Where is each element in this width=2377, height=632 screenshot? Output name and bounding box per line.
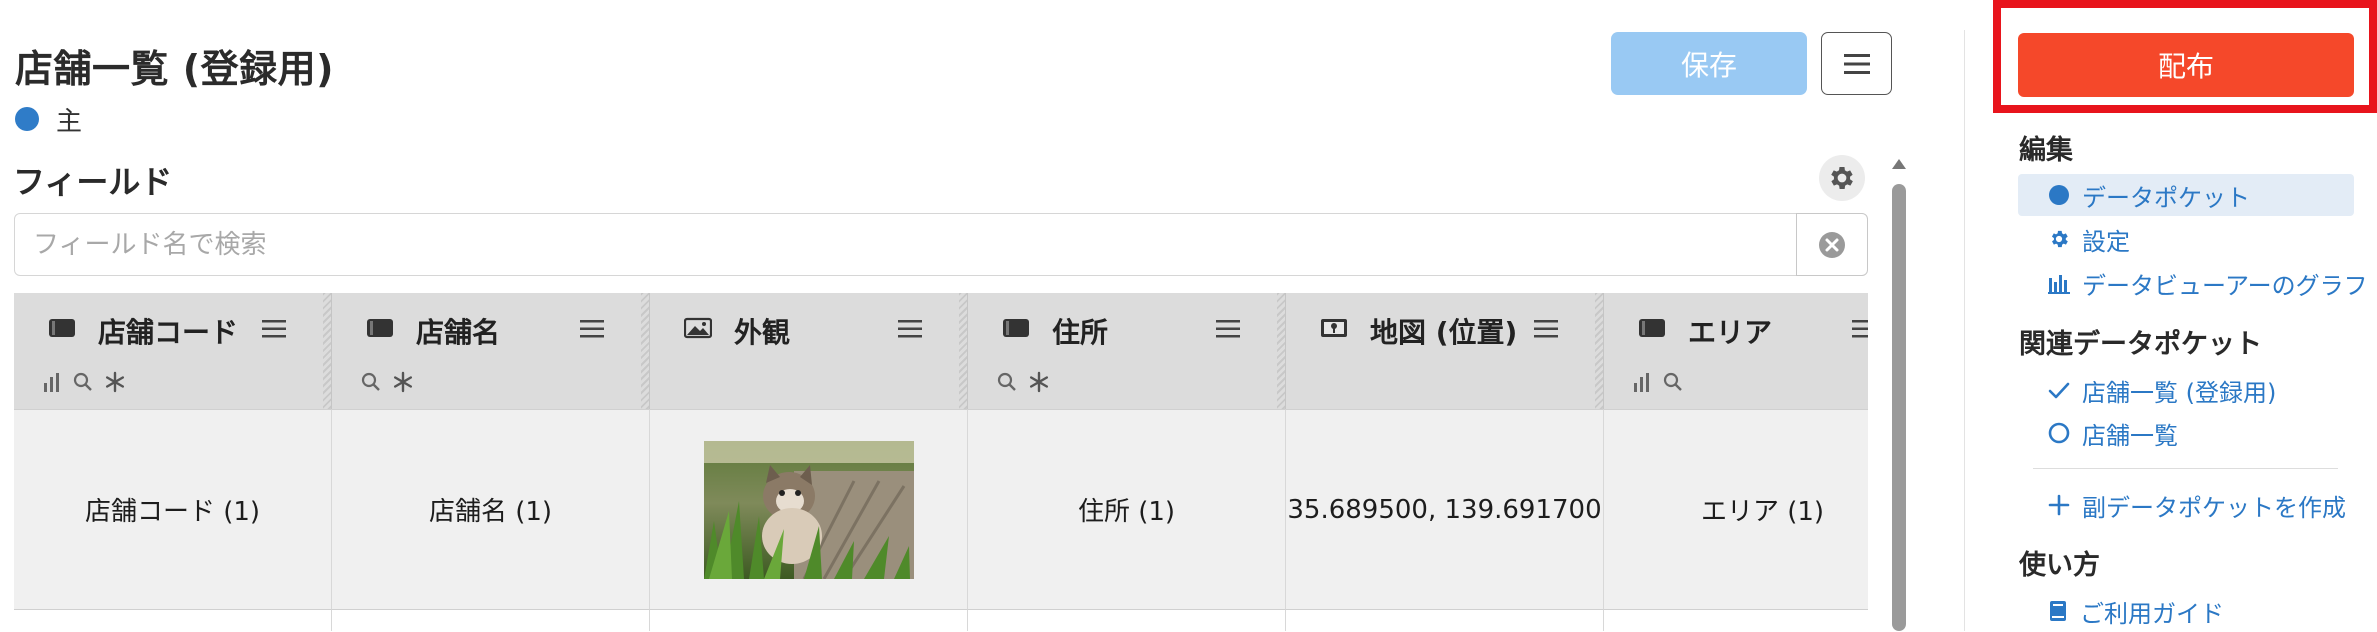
book-icon (2050, 601, 2066, 621)
gear-icon (2051, 230, 2068, 248)
column-menu-icon[interactable] (262, 319, 286, 339)
clear-icon (1819, 231, 1845, 258)
nav-item-label: 店舗一覧 (2082, 421, 2178, 450)
kitten-photo (703, 440, 914, 579)
text-field-icon (367, 319, 393, 337)
field-column-map: 地図 (位置) 35.689500, 139.691700 (1286, 293, 1604, 631)
column-title: 地図 (位置) (1370, 316, 1518, 349)
table-cell[interactable]: 店舗コード (1) (14, 409, 332, 609)
text-field-icon (1003, 319, 1029, 337)
bar-chart-icon (2048, 275, 2070, 294)
search-icon (997, 372, 1016, 391)
related-item-store-list[interactable]: 店舗一覧 (2048, 412, 2178, 454)
search-icon (1663, 372, 1682, 391)
column-header[interactable]: 店舗名 (332, 293, 650, 409)
field-table: 店舗コード 店舗コード (1) 店舗名 店舗名 (1) 外観 住所 住所 (1)… (14, 293, 1868, 631)
nav-item-label: データビューアーのグラフ (2082, 271, 2368, 300)
column-menu-icon[interactable] (1534, 319, 1558, 339)
scroll-up-arrow-icon[interactable] (1891, 157, 1907, 171)
table-cell[interactable]: 店舗名 (1) (332, 409, 650, 609)
distribute-button[interactable]: 配布 (2018, 33, 2354, 97)
field-column-store-code: 店舗コード 店舗コード (1) (14, 293, 332, 631)
column-title: 住所 (1052, 316, 1109, 349)
gear-icon (1831, 167, 1853, 189)
star-icon (394, 371, 412, 393)
plus-icon (2048, 494, 2070, 516)
star-icon (106, 371, 124, 393)
field-column-store-name: 店舗名 店舗名 (1) (332, 293, 650, 631)
column-title: 外観 (734, 316, 791, 349)
table-cell[interactable]: 35.689500, 139.691700 (1286, 409, 1604, 609)
table-cell[interactable] (650, 409, 968, 609)
circle-ring-icon (2048, 422, 2070, 444)
main-indicator-dot (15, 107, 39, 131)
column-header[interactable]: エリア (1604, 293, 1868, 409)
nav-item-settings[interactable]: 設定 (2048, 218, 2130, 260)
column-header[interactable]: 店舗コード (14, 293, 332, 409)
field-settings-button[interactable] (1819, 155, 1865, 201)
related-heading: 関連データポケット (2019, 329, 2262, 360)
column-title: 店舗コード (98, 316, 239, 349)
bar-chart-icon (44, 373, 59, 392)
column-header[interactable]: 住所 (968, 293, 1286, 409)
table-row (1604, 609, 1868, 631)
text-field-icon (49, 319, 75, 337)
menu-button[interactable] (1821, 32, 1892, 95)
column-menu-icon[interactable] (1216, 319, 1240, 339)
map-field-icon (1321, 319, 1347, 337)
circle-dot-icon (2049, 185, 2069, 205)
edit-heading: 編集 (2019, 135, 2073, 166)
column-menu-icon[interactable] (1852, 319, 1868, 339)
field-column-area: エリア エリア (1) (1604, 293, 1868, 631)
nav-item-label: 店舗一覧 (登録用) (2082, 378, 2277, 407)
create-sub-label: 副データポケットを作成 (2082, 493, 2346, 522)
column-menu-icon[interactable] (898, 319, 922, 339)
field-search-input[interactable] (15, 214, 1797, 275)
panel-divider (1964, 30, 1965, 631)
field-column-exterior: 外観 (650, 293, 968, 631)
bar-chart-icon (1634, 373, 1649, 392)
column-title: 店舗名 (416, 316, 501, 349)
hamburger-icon (1843, 53, 1870, 74)
main-label: 主 (56, 107, 83, 137)
search-icon (361, 372, 380, 391)
nav-item-label: データポケット (2082, 183, 2250, 212)
table-row (14, 609, 332, 631)
star-icon (1030, 371, 1048, 393)
check-icon (2048, 382, 2070, 399)
column-menu-icon[interactable] (580, 319, 604, 339)
search-icon (73, 372, 92, 391)
usage-heading: 使い方 (2019, 550, 2100, 581)
table-cell[interactable]: 住所 (1) (968, 409, 1286, 609)
field-column-address: 住所 住所 (1) (968, 293, 1286, 631)
nav-item-viewer-graph[interactable]: データビューアーのグラフ (2048, 262, 2368, 304)
fields-heading: フィールド (13, 163, 173, 201)
related-item-registration[interactable]: 店舗一覧 (登録用) (2048, 369, 2276, 411)
text-field-icon (1639, 319, 1665, 337)
column-header[interactable]: 外観 (650, 293, 968, 409)
table-row (332, 609, 650, 631)
table-row (968, 609, 1286, 631)
clear-search-button[interactable] (1796, 213, 1868, 276)
table-row (1286, 609, 1604, 631)
table-row (650, 609, 968, 631)
page-title: 店舗一覧 (登録用) (15, 47, 334, 91)
guide-link[interactable]: ご利用ガイド (2048, 590, 2224, 632)
nav-item-datapocket[interactable]: データポケット (2018, 174, 2354, 216)
field-search-box (14, 213, 1798, 276)
save-button[interactable]: 保存 (1611, 32, 1807, 95)
column-header[interactable]: 地図 (位置) (1286, 293, 1604, 409)
create-sub-datapocket-link[interactable]: 副データポケットを作成 (2048, 484, 2346, 526)
image-field-icon (684, 317, 712, 339)
guide-label: ご利用ガイド (2080, 599, 2224, 628)
panel-separator (2033, 468, 2338, 469)
nav-item-label: 設定 (2082, 227, 2130, 256)
table-cell[interactable]: エリア (1) (1604, 409, 1868, 609)
vertical-scrollbar-thumb[interactable] (1892, 184, 1906, 631)
column-title: エリア (1688, 316, 1773, 349)
